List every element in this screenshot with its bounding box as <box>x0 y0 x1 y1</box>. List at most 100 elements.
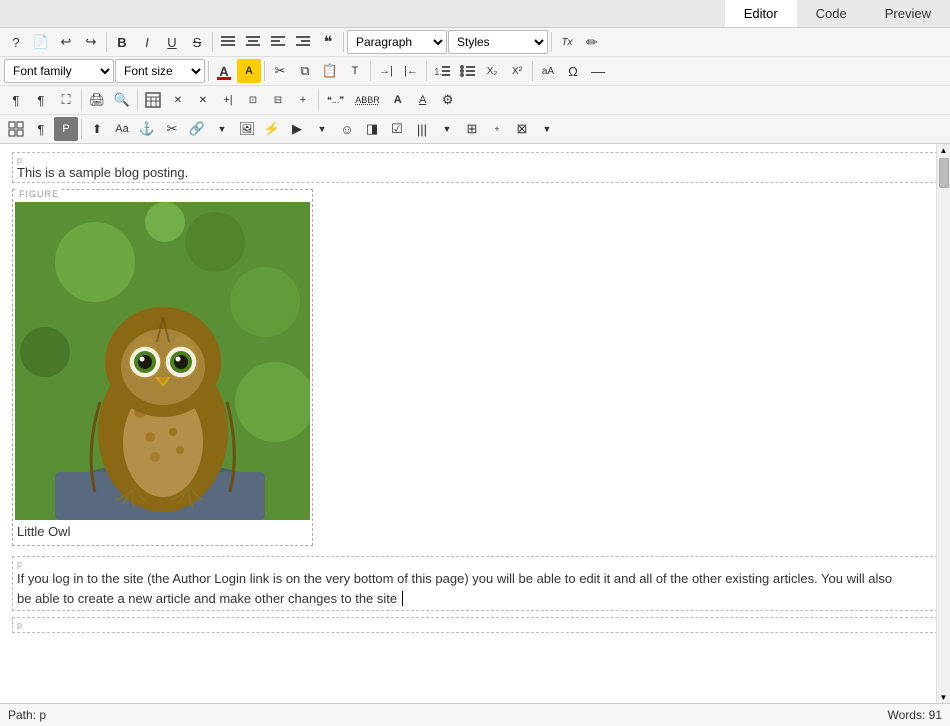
strikethrough-button[interactable]: S <box>185 30 209 54</box>
format-button[interactable]: A <box>386 88 410 112</box>
layout-button[interactable]: ⊞ <box>460 117 484 141</box>
more-button[interactable]: ⊠ <box>510 117 534 141</box>
eraser-button[interactable]: ✏ <box>580 30 604 54</box>
find-button[interactable]: 🔍 <box>110 88 134 112</box>
paragraph-block-1: p This is a sample blog posting. <box>12 152 938 183</box>
align-center-button[interactable] <box>241 30 265 54</box>
columns-button[interactable]: ||| <box>410 117 434 141</box>
more-dropdown-button[interactable]: ▼ <box>535 117 559 141</box>
new-doc-button[interactable]: 📄 <box>29 30 53 54</box>
quote-button[interactable]: ❝...❞ <box>322 88 349 112</box>
tab-preview[interactable]: Preview <box>866 0 950 27</box>
scroll-thumb[interactable] <box>939 158 949 188</box>
highlight-color-button[interactable]: A <box>237 59 261 83</box>
split-cell-button[interactable]: ⊟ <box>266 88 290 112</box>
p-btn-button[interactable]: P <box>54 117 78 141</box>
bold-button[interactable]: B <box>110 30 134 54</box>
columns-dropdown-button[interactable]: ▼ <box>435 117 459 141</box>
color-picker-button[interactable]: ◨ <box>360 117 384 141</box>
link-dropdown-button[interactable]: ▼ <box>210 117 234 141</box>
omega-button[interactable]: Ω <box>561 59 585 83</box>
media-button[interactable]: ▶ <box>285 117 309 141</box>
scroll-up-button[interactable]: ▲ <box>938 144 950 156</box>
grid-button[interactable] <box>4 117 28 141</box>
editor-body[interactable]: p This is a sample blog posting. FIGURE <box>0 144 950 703</box>
pilcrow2-button[interactable]: ¶ <box>29 117 53 141</box>
ins-row-button[interactable]: + <box>291 88 315 112</box>
separator <box>208 61 209 81</box>
indent-decrease-button[interactable]: |← <box>399 59 423 83</box>
content-text-1: If you log in to the site (the Author Lo… <box>17 569 897 608</box>
list-unordered-button[interactable] <box>455 59 479 83</box>
merge-cell-button[interactable]: ⊡ <box>241 88 265 112</box>
underline-button[interactable]: U <box>160 30 184 54</box>
tab-bar: Editor Code Preview <box>0 0 950 28</box>
font-size2-button[interactable]: Aa <box>110 117 134 141</box>
path-label: Path: <box>8 708 36 722</box>
word-count: 91 <box>929 708 942 722</box>
paste-button[interactable]: 📋 <box>318 59 342 83</box>
toolbar-row-2: Font family Arial Times New Roman Courie… <box>0 57 950 86</box>
flash-button[interactable]: ⚡ <box>260 117 284 141</box>
settings-button[interactable]: ⚙ <box>436 88 460 112</box>
fullscreen-button[interactable]: ⛶ <box>54 88 78 112</box>
align-justify-button[interactable] <box>216 30 240 54</box>
font-color-button[interactable]: A <box>212 59 236 83</box>
del-row-button[interactable]: ✕ <box>191 88 215 112</box>
paragraph-format-select[interactable]: Paragraph Heading 1 Heading 2 <box>347 30 447 54</box>
paste-text-button[interactable]: T <box>343 59 367 83</box>
source-button[interactable]: Tx <box>555 30 579 54</box>
styles-select[interactable]: Styles <box>448 30 548 54</box>
list-ordered-button[interactable]: 1. <box>430 59 454 83</box>
superscript-button[interactable]: X² <box>505 59 529 83</box>
image-button[interactable]: 🖼 <box>235 117 259 141</box>
table-button[interactable] <box>141 88 165 112</box>
abbr-button[interactable]: ABBR <box>350 88 385 112</box>
scroll-down-button[interactable]: ▼ <box>938 691 950 703</box>
hr-button[interactable]: — <box>586 59 610 83</box>
blockquote-button[interactable]: ❝ <box>316 30 340 54</box>
paragraph-block-2: p If you log in to the site (the Author … <box>12 556 938 611</box>
font-size-select[interactable]: Font size 8pt 10pt 12pt 14pt 18pt 24pt <box>115 59 205 83</box>
svg-text:1.: 1. <box>434 67 442 78</box>
tab-code[interactable]: Code <box>797 0 866 27</box>
font-family-select[interactable]: Font family Arial Times New Roman Courie… <box>4 59 114 83</box>
para-mark-button[interactable]: ¶ <box>4 88 28 112</box>
select-button[interactable]: ☑ <box>385 117 409 141</box>
layout-insert-button[interactable]: + <box>485 117 509 141</box>
separator <box>81 119 82 139</box>
scrollbar[interactable]: ▲ ▼ <box>936 144 950 703</box>
upload-button[interactable]: ⬆ <box>85 117 109 141</box>
media-dropdown-button[interactable]: ▼ <box>310 117 334 141</box>
italic-button[interactable]: I <box>135 30 159 54</box>
ins-col-button[interactable]: +| <box>216 88 240 112</box>
align-left-button[interactable] <box>266 30 290 54</box>
figure-block: FIGURE <box>12 189 313 546</box>
copy-button[interactable]: ⧉ <box>293 59 317 83</box>
separator <box>106 32 107 52</box>
tab-editor[interactable]: Editor <box>725 0 797 27</box>
separator <box>532 61 533 81</box>
separator <box>318 90 319 110</box>
print-button[interactable]: 🖨 <box>85 88 109 112</box>
p-label-3: p <box>17 620 933 630</box>
special2-button[interactable]: ✂ <box>160 117 184 141</box>
subscript-button[interactable]: X₂ <box>480 59 504 83</box>
cut-button[interactable]: ✂ <box>268 59 292 83</box>
indent-increase-button[interactable]: →| <box>374 59 398 83</box>
help-button[interactable]: ? <box>4 30 28 54</box>
format2-button[interactable]: A <box>411 88 435 112</box>
del-col-button[interactable]: ✕ <box>166 88 190 112</box>
align-right-button[interactable] <box>291 30 315 54</box>
separator <box>212 32 213 52</box>
char-size-button[interactable]: aA <box>536 59 560 83</box>
editor-content: p This is a sample blog posting. FIGURE <box>0 144 950 726</box>
paragraph-block-3: p <box>12 617 938 633</box>
redo-button[interactable]: ↪ <box>79 30 103 54</box>
link-button[interactable]: 🔗 <box>185 117 209 141</box>
pilcrow-button[interactable]: ¶ <box>29 88 53 112</box>
undo-button[interactable]: ↩ <box>54 30 78 54</box>
anchor-button[interactable]: ⚓ <box>135 117 159 141</box>
smiley-button[interactable]: ☺ <box>335 117 359 141</box>
sample-text: This is a sample blog posting. <box>17 165 933 180</box>
